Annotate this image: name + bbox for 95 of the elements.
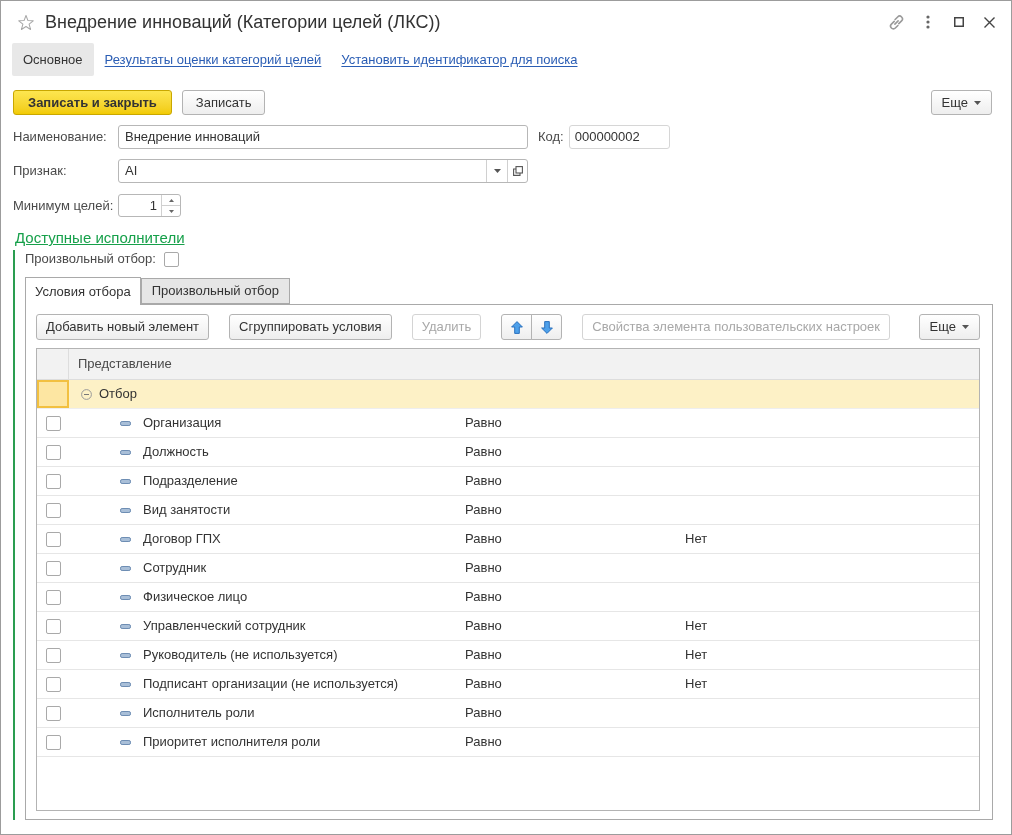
field-label: Произвольный отбор: xyxy=(25,250,156,269)
save-and-close-button[interactable]: Записать и закрыть xyxy=(13,90,172,115)
table-cell-text: Равно xyxy=(465,675,502,694)
table-cell-text: Физическое лицо xyxy=(143,588,248,607)
table-cell-text: Равно xyxy=(465,704,502,723)
condition-item-icon xyxy=(120,594,131,600)
more-menu-button[interactable]: Еще xyxy=(918,314,980,340)
checkbox[interactable] xyxy=(45,647,61,663)
condition-item-icon xyxy=(120,623,131,629)
checkbox[interactable] xyxy=(45,502,61,518)
field-label: Наименование: xyxy=(13,129,107,145)
checkbox[interactable] xyxy=(45,473,61,489)
checkbox[interactable] xyxy=(163,251,179,267)
condition-item-icon xyxy=(120,739,131,745)
table-cell-text: Равно xyxy=(465,559,502,578)
window-title: Внедрение инноваций (Категории целей (ЛКС)) xyxy=(45,10,441,34)
table-cell-text: Подписант организации (не используется) xyxy=(143,675,399,694)
checkbox[interactable] xyxy=(45,589,61,605)
condition-item-icon xyxy=(120,536,131,542)
table-cell-text: Равно xyxy=(465,530,502,549)
current-cell xyxy=(37,380,69,408)
table-cell-text: Равно xyxy=(465,414,502,433)
more-menu-button[interactable]: Еще xyxy=(930,90,992,115)
field-label: Код: xyxy=(538,128,564,147)
table-cell-text: Равно xyxy=(465,733,502,752)
maximize-icon[interactable] xyxy=(954,17,964,27)
table-cell-text: Организация xyxy=(143,414,222,433)
checkbox[interactable] xyxy=(45,560,61,576)
collapse-icon[interactable] xyxy=(81,388,92,400)
toolbar-button[interactable]: Добавить новый элемент xyxy=(36,314,210,340)
star-icon[interactable] xyxy=(18,14,34,30)
table-cell-text: Подразделение xyxy=(143,472,238,491)
checkbox[interactable] xyxy=(45,618,61,634)
nav-link[interactable]: Установить идентификатор для поиска xyxy=(341,49,578,70)
table-cell-text: Управленческий сотрудник xyxy=(143,617,306,636)
condition-item-icon xyxy=(120,420,131,426)
name-input[interactable]: Внедрение инноваций xyxy=(118,125,528,149)
column-header[interactable]: Представление xyxy=(78,354,172,374)
toolbar-button[interactable]: Сгруппировать условия xyxy=(229,314,392,340)
field-label: Признак: xyxy=(13,163,67,179)
condition-item-icon xyxy=(120,449,131,455)
attribute-combobox[interactable]: AI xyxy=(118,159,528,183)
caret-down-icon xyxy=(168,209,174,213)
table-cell-text: Нет xyxy=(685,530,708,549)
open-window-icon xyxy=(512,166,523,176)
save-button[interactable]: Записать xyxy=(181,90,266,115)
nav-tab[interactable]: Основное xyxy=(12,43,94,76)
condition-item-icon xyxy=(120,652,131,658)
condition-item-icon xyxy=(120,507,131,513)
condition-item-icon xyxy=(120,478,131,484)
more-icon[interactable] xyxy=(926,15,930,29)
table-cell-text: Нет xyxy=(685,617,708,636)
caret-down-icon xyxy=(493,169,501,173)
close-icon[interactable] xyxy=(983,16,995,28)
table-cell-text: Исполнитель роли xyxy=(143,704,255,723)
table-cell-text: Приоритет исполнителя роли xyxy=(143,733,321,752)
table-cell-text: Вид занятости xyxy=(143,501,231,520)
condition-item-icon xyxy=(120,565,131,571)
caret-down-icon xyxy=(974,100,981,105)
checkbox[interactable] xyxy=(45,734,61,750)
arrow-up-icon xyxy=(510,320,523,334)
group-label: Отбор xyxy=(99,385,137,404)
table-cell-text: Равно xyxy=(465,617,502,636)
table-cell-text: Равно xyxy=(465,588,502,607)
checkbox[interactable] xyxy=(45,415,61,431)
field-label: Минимум целей: xyxy=(13,197,114,213)
section-title-link[interactable]: Доступные исполнители xyxy=(15,229,185,246)
table-cell-text: Равно xyxy=(465,443,502,462)
table-cell-text: Равно xyxy=(465,472,502,491)
table-cell-text: Сотрудник xyxy=(143,559,207,578)
table-cell-text: Равно xyxy=(465,646,502,665)
caret-down-icon xyxy=(962,325,969,329)
checkbox[interactable] xyxy=(45,531,61,547)
tab[interactable]: Условия отбора xyxy=(25,277,141,305)
table-cell-text: Руководитель (не используется) xyxy=(143,646,338,665)
arrow-down-icon xyxy=(540,320,553,334)
group-row[interactable]: Отбор xyxy=(37,380,979,409)
table-cell-text: Договор ГПХ xyxy=(143,530,221,549)
table-cell-text: Нет xyxy=(685,646,708,665)
number-spinner[interactable]: 1 xyxy=(118,194,181,217)
nav-link[interactable]: Результаты оценки категорий целей xyxy=(104,49,322,70)
move-up-button[interactable] xyxy=(501,314,533,340)
link-icon[interactable] xyxy=(888,14,904,30)
checkbox[interactable] xyxy=(45,444,61,460)
table-cell-text: Равно xyxy=(465,501,502,520)
checkbox[interactable] xyxy=(45,676,61,692)
caret-up-icon xyxy=(168,198,174,202)
code-input[interactable]: 000000002 xyxy=(568,125,670,149)
condition-item-icon xyxy=(120,681,131,687)
table-cell-text: Должность xyxy=(143,443,209,462)
checkbox[interactable] xyxy=(45,705,61,721)
table-cell-text: Нет xyxy=(685,675,708,694)
move-down-button[interactable] xyxy=(531,314,563,340)
condition-item-icon xyxy=(120,710,131,716)
tab[interactable]: Произвольный отбор xyxy=(140,278,290,304)
